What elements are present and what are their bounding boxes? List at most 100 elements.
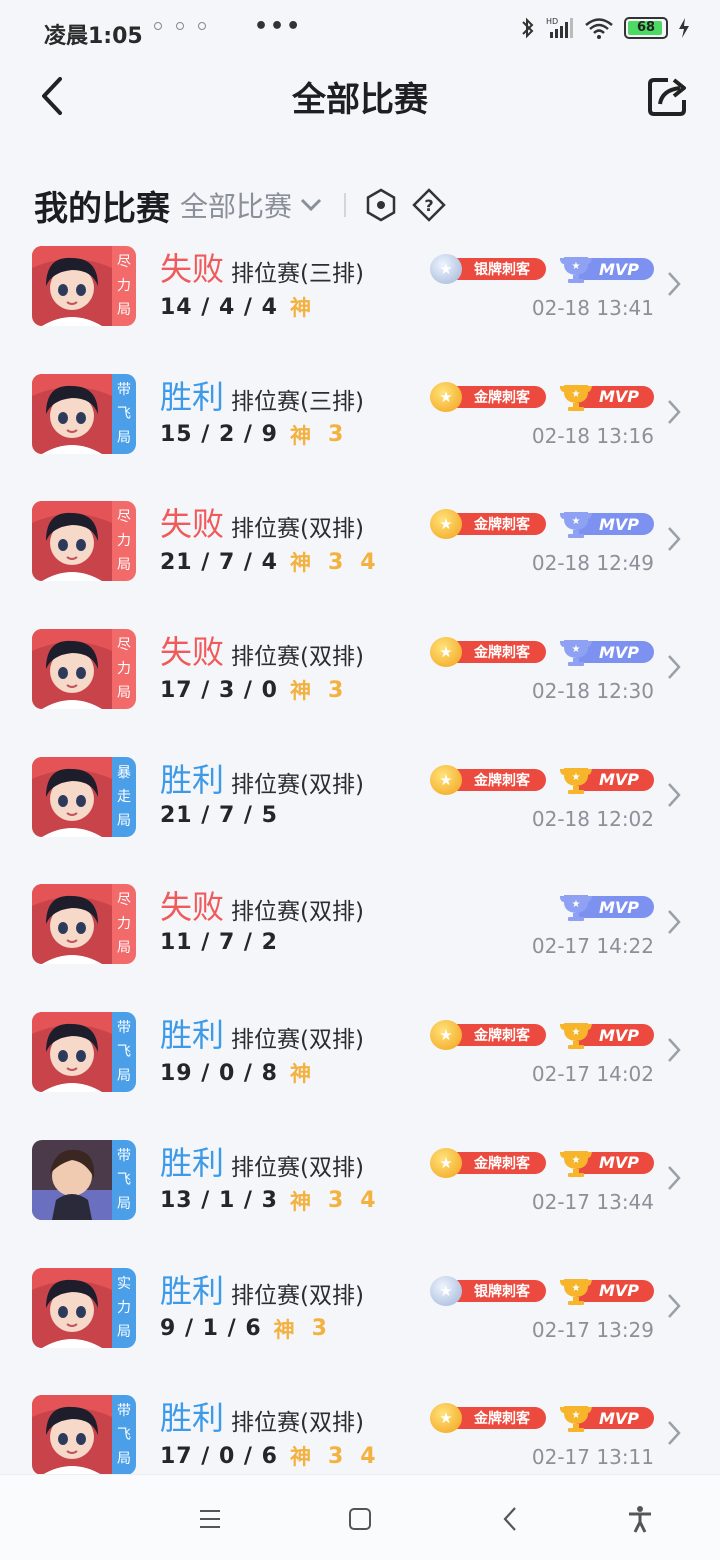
trophy-icon: ★ [560, 1150, 592, 1177]
match-row[interactable]: 带飞局 胜利 排位赛(双排) 13 / 1 / 3 神34 金牌刺客 ★ MVP … [0, 1134, 720, 1262]
silver-medal-badge: 银牌刺客 ★ [430, 254, 546, 284]
svg-text:★: ★ [572, 772, 581, 783]
game-tag-char: 局 [117, 557, 131, 574]
game-tag-char: 局 [117, 1195, 131, 1212]
gold-medal-badge: 金牌刺客 ★ [430, 764, 546, 795]
mvp-badge: MVP ★ [558, 1276, 654, 1306]
game-tag: 尽力局 [112, 501, 136, 582]
match-type-selected: 全部比赛 [180, 190, 293, 223]
mvp-badge: MVP ★ [558, 1020, 654, 1050]
match-row[interactable]: 暴走局 胜利 排位赛(双排) 21 / 7 / 5 金牌刺客 ★ MVP ★ 0… [0, 751, 720, 879]
wifi-icon [585, 18, 613, 39]
match-row[interactable]: 尽力局 失败 排位赛(双排) 11 / 7 / 2 MVP ★ 02-17 14… [0, 878, 720, 1006]
kda: 11 / 7 / 2 [160, 930, 278, 955]
trophy-icon: ★ [560, 767, 592, 794]
chevron-right-icon [668, 1293, 681, 1318]
game-tag-char: 带 [117, 1147, 131, 1164]
status-time: 凌晨1:05 [44, 24, 143, 49]
kda: 9 / 1 / 6 神3 [160, 1314, 328, 1344]
game-tag: 带飞局 [112, 1012, 136, 1093]
kda: 17 / 0 / 6 神34 [160, 1441, 377, 1471]
chevron-right-icon [668, 272, 681, 296]
help-icon[interactable]: ? [412, 188, 446, 222]
bluetooth-icon [522, 17, 534, 39]
chevron-right-icon [668, 399, 681, 424]
game-tag-char: 局 [117, 940, 131, 957]
match-row[interactable]: 尽力局 失败 排位赛(双排) 17 / 3 / 0 神3 金牌刺客 ★ MVP ★… [0, 623, 720, 751]
mvp-badge: MVP ★ [558, 637, 654, 667]
navigation-bar [0, 1474, 720, 1560]
match-row[interactable]: 带飞局 胜利 排位赛(三排) 15 / 2 / 9 神3 金牌刺客 ★ MVP ★… [0, 368, 720, 496]
game-tag: 尽力局 [112, 629, 136, 710]
match-row[interactable]: 尽力局 失败 排位赛(双排) 21 / 7 / 4 神34 金牌刺客 ★ MVP … [0, 495, 720, 623]
game-tag: 带飞局 [112, 373, 136, 454]
nav-back-button[interactable] [490, 1499, 530, 1539]
rating-number: 3 [311, 1316, 328, 1341]
kda-value: 14 / 4 / 4 [160, 294, 278, 320]
kda-value: 19 / 0 / 8 [160, 1060, 278, 1086]
badges: 金牌刺客 ★ MVP ★ [430, 1403, 654, 1434]
match-result: 胜利 [160, 760, 225, 799]
badges: 金牌刺客 ★ MVP ★ [430, 1147, 654, 1178]
kda-value: 17 / 3 / 0 [160, 677, 278, 703]
hero-avatar: 带飞局 [32, 1395, 136, 1476]
badges: 金牌刺客 ★ MVP ★ [430, 381, 654, 412]
share-button[interactable] [646, 74, 690, 118]
hero-avatar: 带飞局 [32, 373, 136, 454]
trophy-icon: ★ [560, 1278, 592, 1305]
svg-text:★: ★ [572, 1283, 581, 1294]
match-time: 02-18 12:49 [531, 551, 654, 576]
match-mode: 排位赛(双排) [231, 1154, 364, 1181]
game-tag-char: 暴 [117, 764, 131, 781]
star-icon: ★ [430, 254, 462, 284]
mvp-badge: MVP ★ [558, 765, 654, 795]
game-tag-char: 飞 [117, 405, 131, 422]
kda-value: 9 / 1 / 6 [160, 1316, 262, 1341]
accessibility-icon [629, 1506, 651, 1533]
game-tag: 暴走局 [112, 756, 136, 837]
chevron-down-icon [300, 198, 322, 212]
hero-avatar: 尽力局 [32, 884, 136, 965]
match-row[interactable]: 尽力局 失败 排位赛(三排) 14 / 4 / 4神 银牌刺客 ★ MVP ★ … [0, 240, 720, 368]
kda-value: 21 / 7 / 4 [160, 549, 278, 575]
game-tag-char: 带 [117, 381, 131, 398]
kda-value: 21 / 7 / 5 [160, 802, 278, 828]
mvp-badge: MVP ★ [558, 892, 654, 922]
match-list: 尽力局 失败 排位赛(三排) 14 / 4 / 4神 银牌刺客 ★ MVP ★ … [0, 240, 720, 1517]
match-time: 02-17 13:11 [531, 1445, 654, 1470]
home-button[interactable] [340, 1499, 380, 1539]
game-tag: 尽力局 [112, 884, 136, 965]
match-result: 失败 [160, 633, 225, 672]
game-tag-char: 尽 [117, 509, 131, 526]
filter-row: 我的比赛 全部比赛 ? [34, 180, 458, 230]
menu-button[interactable] [190, 1499, 230, 1539]
trophy-icon: ★ [560, 257, 592, 283]
match-time: 02-18 12:30 [531, 679, 654, 704]
match-result: 胜利 [160, 1016, 225, 1055]
svg-text:HD: HD [546, 17, 558, 26]
match-mode: 排位赛(双排) [231, 1410, 364, 1437]
battery-icon: 68 [624, 17, 668, 39]
kda: 15 / 2 / 9 神3 [160, 420, 344, 450]
accessibility-button[interactable] [620, 1499, 660, 1539]
match-row[interactable]: 带飞局 胜利 排位赛(双排) 19 / 0 / 8神 金牌刺客 ★ MVP ★ … [0, 1006, 720, 1134]
god-badge: 神 [289, 679, 312, 704]
home-icon [349, 1508, 371, 1530]
badges: 金牌刺客 ★ MVP ★ [430, 637, 654, 668]
match-mode: 排位赛(双排) [231, 644, 364, 671]
trophy-icon: ★ [560, 1023, 592, 1050]
charging-icon [679, 18, 689, 38]
svg-text:?: ? [424, 196, 433, 215]
match-type-dropdown[interactable]: 全部比赛 [180, 185, 322, 225]
god-badge: 神 [289, 551, 312, 576]
match-row[interactable]: 实力局 胜利 排位赛(双排) 9 / 1 / 6神3 银牌刺客 ★ MVP ★ … [0, 1262, 720, 1390]
hexagon-icon[interactable] [364, 188, 398, 222]
badges: 金牌刺客 ★ MVP ★ [430, 764, 654, 795]
hero-avatar: 尽力局 [32, 629, 136, 710]
match-result: 失败 [160, 505, 225, 544]
kda-value: 17 / 0 / 6 [160, 1443, 278, 1469]
match-mode: 排位赛(双排) [231, 1282, 364, 1309]
star-icon: ★ [430, 764, 462, 795]
match-result: 胜利 [160, 1143, 225, 1182]
status-bar: 凌晨1:05 ••• HD 68 [0, 0, 720, 64]
